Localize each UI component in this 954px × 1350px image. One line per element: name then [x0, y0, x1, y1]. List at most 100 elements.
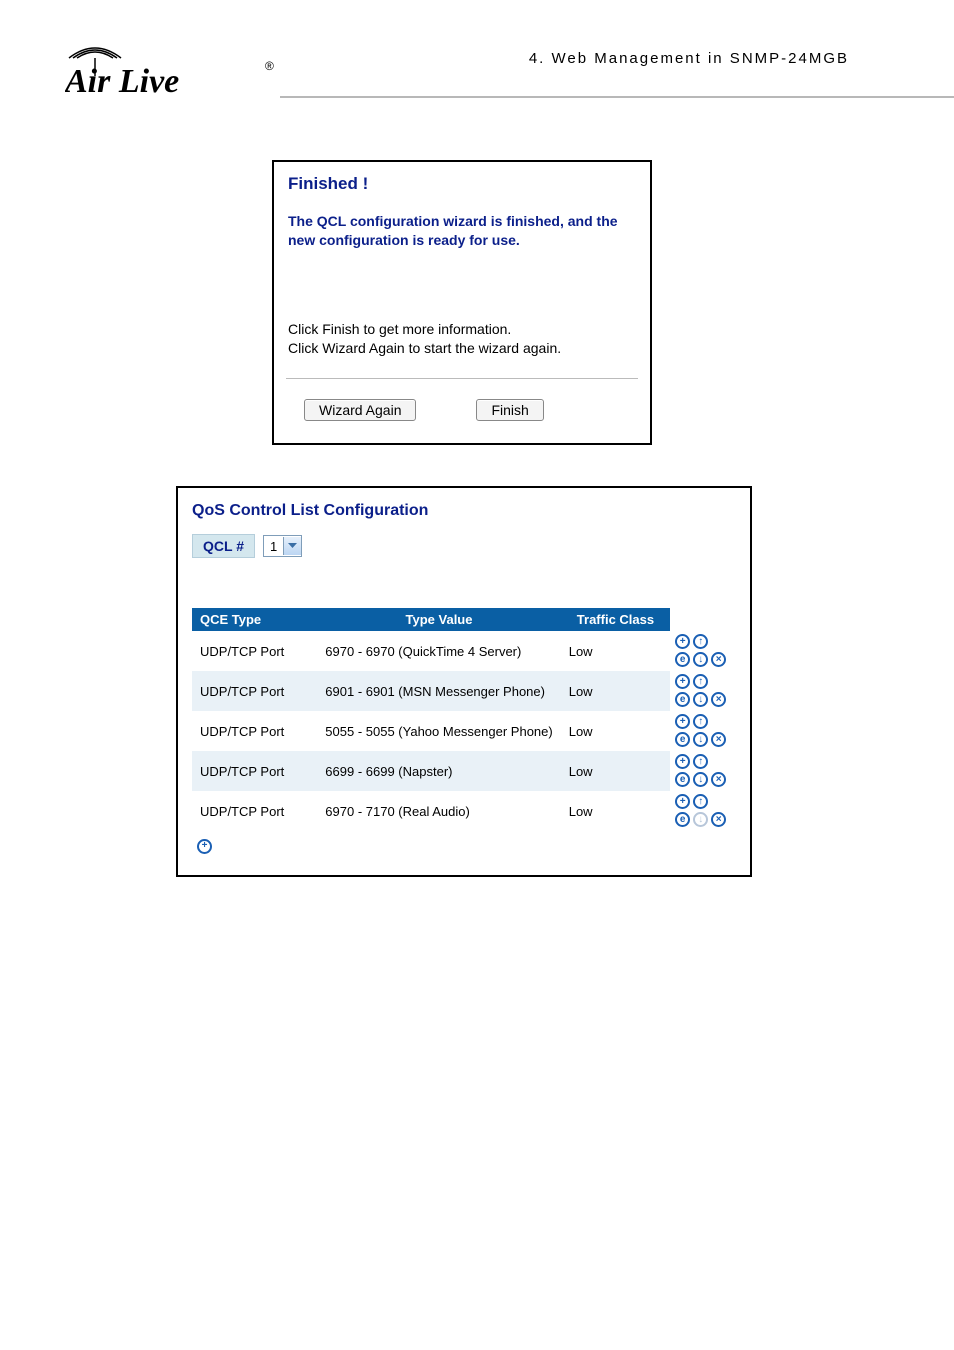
qcl-title: QoS Control List Configuration [192, 502, 736, 520]
insert-icon-glyph: + [675, 754, 690, 769]
edit-icon-glyph: e [675, 812, 690, 827]
cell-traffic-class: Low [561, 791, 670, 831]
move-up-icon[interactable]: ↑ [692, 793, 709, 810]
move-down-icon: ↓ [692, 811, 709, 828]
edit-icon[interactable]: e [674, 731, 691, 748]
move-up-icon[interactable]: ↑ [692, 713, 709, 730]
move-up-icon[interactable]: ↑ [692, 673, 709, 690]
col-actions [670, 608, 736, 631]
edit-icon[interactable]: e [674, 691, 691, 708]
chevron-down-icon [283, 537, 301, 555]
insert-icon[interactable]: + [674, 713, 691, 730]
cell-qce-type: UDP/TCP Port [192, 631, 317, 671]
insert-icon[interactable]: + [674, 633, 691, 650]
move-up-icon[interactable]: ↑ [692, 753, 709, 770]
plus-icon: + [197, 839, 212, 854]
cell-type-value: 5055 - 5055 (Yahoo Messenger Phone) [317, 711, 560, 751]
wizard-instructions: Click Finish to get more information. Cl… [288, 320, 636, 358]
col-traffic-class: Traffic Class [561, 608, 670, 631]
delete-icon[interactable]: × [710, 651, 727, 668]
insert-icon-glyph: + [675, 794, 690, 809]
edit-icon[interactable]: e [674, 771, 691, 788]
breadcrumb: 4. Web Management in SNMP-24MGB [529, 50, 849, 67]
wizard-separator [286, 378, 638, 379]
cell-traffic-class: Low [561, 631, 670, 671]
table-row: UDP/TCP Port6970 - 7170 (Real Audio)Low+… [192, 791, 736, 831]
insert-icon[interactable]: + [674, 673, 691, 690]
cell-actions: +↑e↓× [670, 791, 736, 831]
wizard-instruction-1: Click Finish to get more information. [288, 321, 511, 337]
table-row: UDP/TCP Port6699 - 6699 (Napster)Low+↑e↓… [192, 751, 736, 791]
move-down-icon-glyph: ↓ [693, 812, 708, 827]
delete-icon[interactable]: × [710, 691, 727, 708]
cell-qce-type: UDP/TCP Port [192, 791, 317, 831]
qcl-number-select[interactable]: 1 [263, 535, 302, 557]
cell-type-value: 6970 - 7170 (Real Audio) [317, 791, 560, 831]
move-up-icon-glyph: ↑ [693, 634, 708, 649]
qcl-panel: QoS Control List Configuration QCL # 1 Q… [176, 486, 752, 877]
table-row: UDP/TCP Port5055 - 5055 (Yahoo Messenger… [192, 711, 736, 751]
header-divider [280, 96, 954, 98]
wizard-message: The QCL configuration wizard is finished… [288, 212, 636, 250]
edit-icon[interactable]: e [674, 651, 691, 668]
cell-type-value: 6970 - 6970 (QuickTime 4 Server) [317, 631, 560, 671]
delete-icon-glyph: × [711, 652, 726, 667]
cell-qce-type: UDP/TCP Port [192, 711, 317, 751]
wizard-title: Finished ! [288, 174, 636, 194]
cell-traffic-class: Low [561, 711, 670, 751]
qcl-number-value: 1 [264, 539, 283, 554]
add-entry-button[interactable]: + [196, 838, 213, 855]
move-up-icon-glyph: ↑ [693, 674, 708, 689]
edit-icon-glyph: e [675, 692, 690, 707]
move-down-icon[interactable]: ↓ [692, 651, 709, 668]
insert-icon[interactable]: + [674, 753, 691, 770]
edit-icon[interactable]: e [674, 811, 691, 828]
move-down-icon-glyph: ↓ [693, 772, 708, 787]
delete-icon[interactable]: × [710, 771, 727, 788]
edit-icon-glyph: e [675, 732, 690, 747]
wizard-instruction-2: Click Wizard Again to start the wizard a… [288, 340, 561, 356]
brand-logo: Air Live ® [65, 36, 275, 100]
table-row: UDP/TCP Port6901 - 6901 (MSN Messenger P… [192, 671, 736, 711]
move-down-icon-glyph: ↓ [693, 652, 708, 667]
move-down-icon[interactable]: ↓ [692, 771, 709, 788]
cell-traffic-class: Low [561, 751, 670, 791]
delete-icon-glyph: × [711, 812, 726, 827]
move-down-icon[interactable]: ↓ [692, 691, 709, 708]
table-row: UDP/TCP Port6970 - 6970 (QuickTime 4 Ser… [192, 631, 736, 671]
svg-text:®: ® [265, 59, 274, 73]
move-up-icon-glyph: ↑ [693, 754, 708, 769]
delete-icon[interactable]: × [710, 731, 727, 748]
move-up-icon[interactable]: ↑ [692, 633, 709, 650]
move-up-icon-glyph: ↑ [693, 714, 708, 729]
svg-text:Air Live: Air Live [65, 63, 179, 100]
cell-actions: +↑e↓× [670, 671, 736, 711]
insert-icon-glyph: + [675, 674, 690, 689]
delete-icon-glyph: × [711, 692, 726, 707]
insert-icon-glyph: + [675, 634, 690, 649]
col-qce-type: QCE Type [192, 608, 317, 631]
move-up-icon-glyph: ↑ [693, 794, 708, 809]
wizard-again-button[interactable]: Wizard Again [304, 399, 416, 421]
cell-actions: +↑e↓× [670, 711, 736, 751]
cell-type-value: 6699 - 6699 (Napster) [317, 751, 560, 791]
cell-actions: +↑e↓× [670, 751, 736, 791]
delete-icon[interactable]: × [710, 811, 727, 828]
move-down-icon-glyph: ↓ [693, 692, 708, 707]
cell-actions: +↑e↓× [670, 631, 736, 671]
qcl-table: QCE Type Type Value Traffic Class UDP/TC… [192, 608, 736, 831]
insert-icon-glyph: + [675, 714, 690, 729]
delete-icon-glyph: × [711, 732, 726, 747]
finish-button[interactable]: Finish [476, 399, 543, 421]
move-down-icon-glyph: ↓ [693, 732, 708, 747]
cell-type-value: 6901 - 6901 (MSN Messenger Phone) [317, 671, 560, 711]
insert-icon[interactable]: + [674, 793, 691, 810]
edit-icon-glyph: e [675, 772, 690, 787]
cell-qce-type: UDP/TCP Port [192, 671, 317, 711]
cell-qce-type: UDP/TCP Port [192, 751, 317, 791]
col-type-value: Type Value [317, 608, 560, 631]
move-down-icon[interactable]: ↓ [692, 731, 709, 748]
cell-traffic-class: Low [561, 671, 670, 711]
qcl-number-label: QCL # [192, 534, 255, 558]
wizard-finished-dialog: Finished ! The QCL configuration wizard … [272, 160, 652, 445]
